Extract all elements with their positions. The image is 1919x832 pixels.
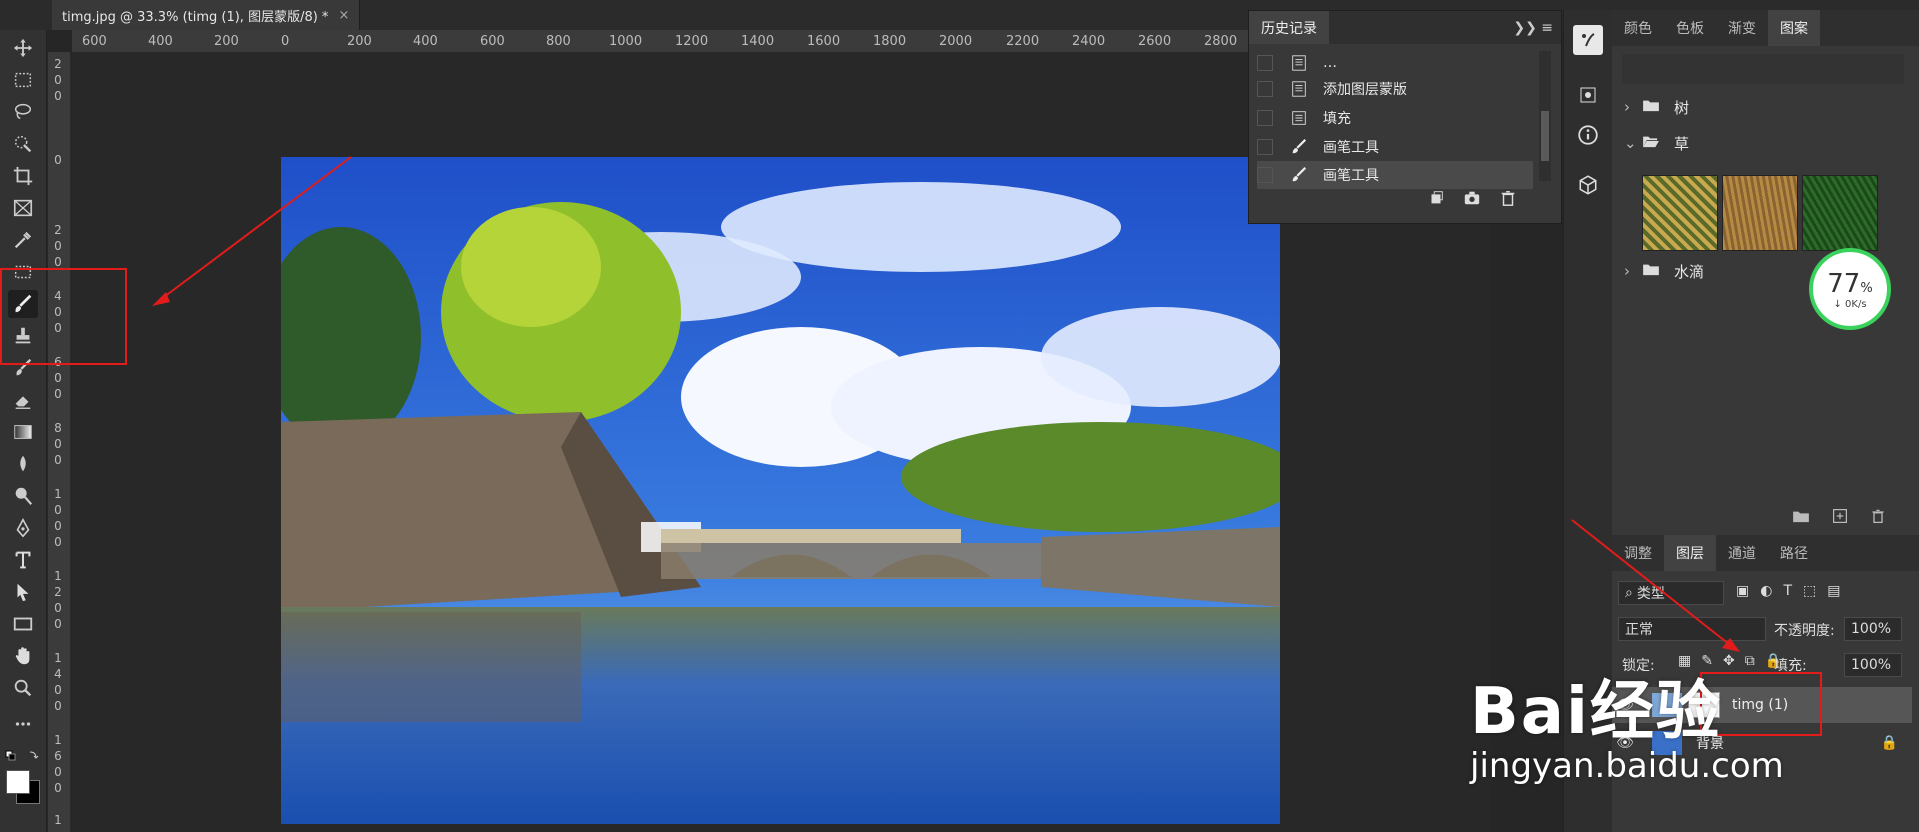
watermark-brand: Bai经验 bbox=[1470, 675, 1722, 749]
baidu-watermark: Bai经验 jingyan.baidu.com bbox=[1470, 660, 1784, 786]
foreground-color-swatch[interactable] bbox=[6, 770, 30, 794]
watermark-url: jingyan.baidu.com bbox=[1470, 746, 1784, 786]
